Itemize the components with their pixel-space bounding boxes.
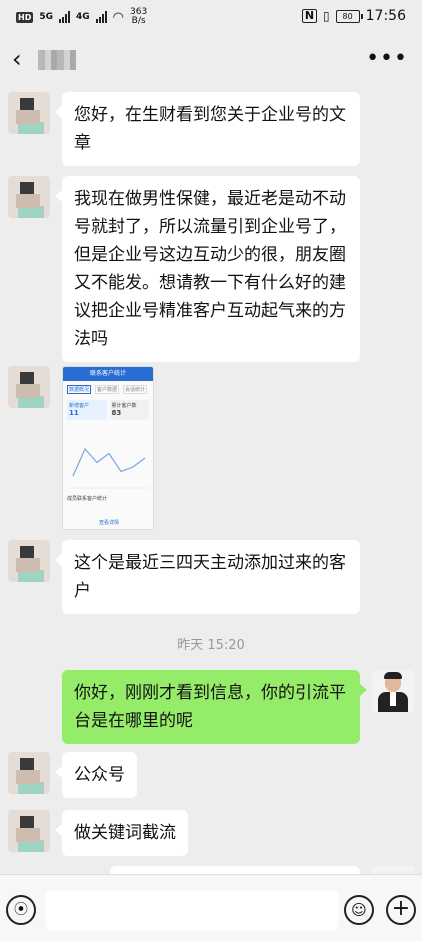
vibrate-icon: ▯ [323, 9, 330, 23]
battery-icon: 80 [335, 9, 363, 23]
contact-name-obscured [38, 50, 76, 70]
message-bubble[interactable]: 做关键词截流 [55, 810, 188, 856]
thumbnail-button: 查看详情 [99, 520, 120, 526]
thumbnail-stat-card: 累计客户数 83 [109, 400, 149, 420]
signal-bars-icon [95, 11, 107, 23]
nfc-icon: N [301, 9, 318, 23]
thumbnail-tab: 客户数据 [95, 385, 120, 394]
thumbnail-tab: 数据概况 [67, 385, 92, 394]
thumbnail-header: 联系客户统计 [63, 367, 153, 381]
status-bar: HD 5G 4G ◠ 363 B/s N ▯ 80 17:56 [0, 0, 422, 36]
status-time: 17:56 [365, 8, 406, 24]
network-speed: 363 B/s [130, 7, 148, 26]
avatar[interactable] [8, 176, 50, 218]
avatar[interactable] [8, 540, 50, 582]
avatar[interactable] [8, 92, 50, 134]
thumbnail-tab: 会话统计 [123, 385, 148, 394]
wifi-icon: ◠ [112, 9, 124, 25]
message-bubble[interactable]: 这个是最近三四天主动添加过来的客户 [55, 540, 360, 614]
avatar-self[interactable] [372, 670, 414, 712]
avatar-self [372, 866, 414, 874]
message-input[interactable] [46, 891, 338, 931]
plus-icon[interactable]: + [386, 895, 416, 925]
image-message[interactable]: 联系客户统计 数据概况 客户数据 会话统计 新增客户 11 累计客户数 83 成… [62, 366, 154, 530]
message-bubble-sent[interactable]: 你好，刚刚才看到信息，你的引流平台是在哪里的呢 [62, 670, 367, 744]
emoji-icon[interactable]: ☺ [344, 895, 374, 925]
avatar[interactable] [8, 366, 50, 408]
message-timestamp: 昨天 15:20 [177, 638, 245, 653]
message-bubble[interactable]: 我现在做男性保健，最近老是动不动号就封了，所以流量引到企业号了，但是企业号这边互… [55, 176, 360, 362]
thumbnail-series-line [72, 447, 146, 477]
input-toolbar: ⦿ ☺ + [0, 874, 422, 941]
message-bubble[interactable]: 您好，在生财看到您关于企业号的文章 [55, 92, 360, 166]
avatar[interactable] [8, 810, 50, 852]
hd-badge: HD [16, 11, 34, 23]
signal-4g-label: 4G [76, 12, 90, 22]
signal-5g-label: 5G [39, 12, 53, 22]
ellipsis-icon[interactable]: ••• [366, 46, 408, 71]
message-list[interactable]: 您好，在生财看到您关于企业号的文章 我现在做男性保健，最近老是动不动号就封了，所… [0, 84, 422, 874]
signal-bars-icon [59, 11, 70, 23]
chevron-left-icon[interactable]: ‹ [12, 47, 36, 72]
chat-header: ‹ ••• [0, 36, 422, 84]
thumbnail-footer: 成员联系客户统计 [67, 496, 108, 502]
thumbnail-line-chart [69, 447, 149, 489]
message-bubble-partial [110, 866, 360, 874]
thumbnail-stat-card: 新增客户 11 [67, 400, 107, 420]
avatar[interactable] [8, 752, 50, 794]
message-bubble[interactable]: 公众号 [55, 752, 137, 798]
voice-icon[interactable]: ⦿ [6, 895, 36, 925]
